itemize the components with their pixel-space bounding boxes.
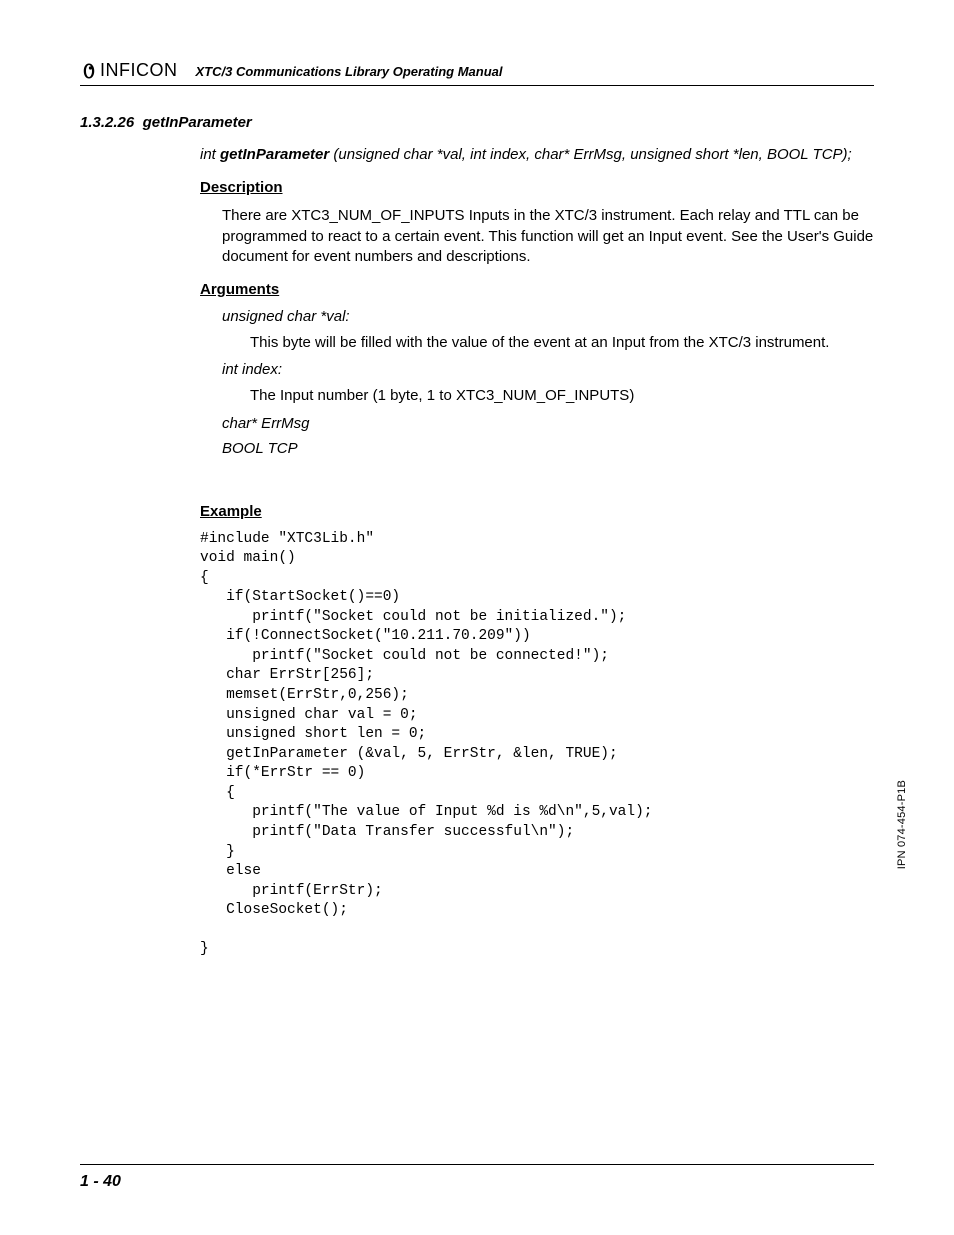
section-number: 1.3.2.26 — [80, 114, 134, 131]
page-header: INFICON XTC/3 Communications Library Ope… — [80, 60, 874, 86]
description-text: There are XTC3_NUM_OF_INPUTS Inputs in t… — [222, 206, 874, 267]
function-params: (unsigned char *val, int index, char* Er… — [329, 146, 851, 163]
page-number: 1 - 40 — [80, 1173, 121, 1190]
spacer — [200, 465, 874, 489]
argument-description: This byte will be filled with the value … — [250, 333, 874, 353]
function-signature: int getInParameter (unsigned char *val, … — [200, 145, 874, 165]
page-footer: 1 - 40 — [80, 1164, 874, 1191]
arguments-heading: Arguments — [200, 281, 874, 298]
return-type: int — [200, 146, 220, 163]
argument-name: char* ErrMsg — [222, 415, 874, 432]
argument-name: int index: — [222, 361, 874, 378]
manual-title: XTC/3 Communications Library Operating M… — [196, 64, 503, 81]
example-code: #include "XTC3Lib.h" void main() { if(St… — [200, 530, 874, 960]
brand-text: INFICON — [100, 60, 178, 81]
inficon-logo-icon — [80, 62, 98, 80]
brand-logo: INFICON — [80, 60, 178, 81]
description-heading: Description — [200, 179, 874, 196]
example-heading: Example — [200, 503, 874, 520]
argument-description: The Input number (1 byte, 1 to XTC3_NUM_… — [250, 386, 874, 406]
section-heading: 1.3.2.26 getInParameter — [80, 114, 874, 131]
page-container: INFICON XTC/3 Communications Library Ope… — [0, 0, 954, 1235]
section-title: getInParameter — [143, 114, 252, 131]
content-block: int getInParameter (unsigned char *val, … — [200, 145, 874, 960]
function-name: getInParameter — [220, 146, 329, 163]
argument-name: BOOL TCP — [222, 440, 874, 457]
side-label: IPN 074-454-P1B — [896, 780, 908, 869]
argument-name: unsigned char *val: — [222, 308, 874, 325]
